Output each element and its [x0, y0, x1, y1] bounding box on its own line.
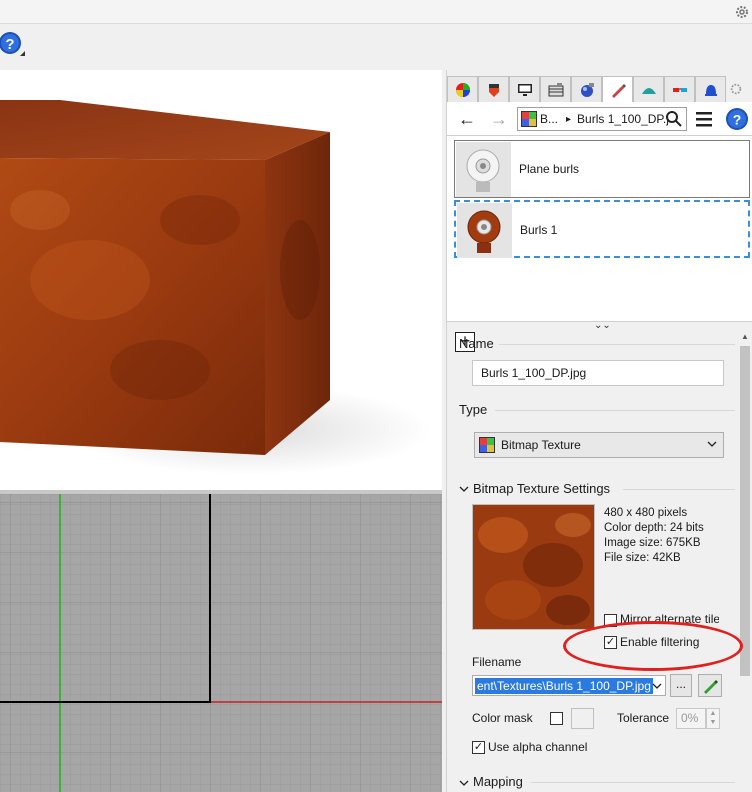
bitmap-preview[interactable] [472, 504, 595, 630]
mapping-header[interactable]: Mapping [473, 774, 523, 789]
material-navbar: ← → B... ▸ Burls 1_100_DP.j ? [447, 102, 752, 136]
chevron-down-icon[interactable] [652, 681, 662, 691]
breadcrumb[interactable]: B... ▸ Burls 1_100_DP.j [517, 107, 687, 131]
image-size: Image size: 675KB [604, 537, 701, 549]
top-viewport-grid[interactable] [0, 494, 442, 792]
color-mask-swatch[interactable] [571, 708, 594, 729]
layers-icon [548, 82, 563, 96]
list-item-burls-1[interactable]: Burls 1 [454, 200, 750, 258]
notifications-icon [704, 84, 717, 96]
gear-icon [730, 83, 742, 95]
toolbar [0, 24, 752, 70]
menu-icon[interactable] [695, 110, 713, 128]
chevron-down-icon[interactable] [459, 778, 469, 788]
filename-label: Filename [472, 655, 522, 669]
filename-value: ent\Textures\Burls 1_100_DP.jpg [475, 678, 653, 694]
material-thumbnail [457, 203, 512, 258]
wood-block-render [0, 100, 430, 475]
tab-stereo[interactable] [664, 76, 695, 102]
help-icon[interactable]: ? [0, 30, 26, 58]
panel-tabs [447, 76, 752, 102]
highlight-annotation [563, 621, 743, 671]
breadcrumb-current[interactable]: Burls 1_100_DP.j [577, 112, 669, 126]
color-depth: Color depth: 24 bits [604, 522, 704, 534]
tolerance-label: Tolerance [617, 711, 670, 725]
back-arrow-icon[interactable]: ← [457, 110, 477, 128]
color-mask-checkbox[interactable] [550, 712, 563, 725]
bitmap-icon [521, 111, 537, 127]
breadcrumb-root[interactable]: B... [540, 112, 558, 126]
alpha-channel-checkbox[interactable]: ✓ [472, 741, 485, 754]
material-name: Plane burls [519, 162, 580, 176]
breadcrumb-separator: ▸ [566, 113, 572, 125]
type-select[interactable]: Bitmap Texture [474, 432, 724, 458]
perspective-viewport[interactable] [0, 70, 442, 490]
color-wheel-icon [455, 82, 470, 97]
svg-text:?: ? [733, 112, 742, 128]
type-label: Type [459, 402, 488, 417]
properties-area: Name Burls 1_100_DP.jpg Type Bitmap Text… [447, 328, 737, 792]
tolerance-field[interactable]: 0% [676, 708, 706, 729]
environment-icon [580, 82, 594, 97]
tab-layers[interactable] [540, 76, 571, 102]
help-icon[interactable]: ? [725, 107, 749, 131]
image-dimensions: 480 x 480 pixels [604, 507, 688, 519]
properties-scrollbar[interactable]: ▲ [737, 328, 752, 792]
divider [499, 344, 735, 345]
materials-icon [488, 83, 499, 97]
name-label: Name [459, 336, 494, 351]
tab-rendering[interactable] [633, 76, 664, 102]
scrollbar-thumb[interactable] [740, 346, 750, 676]
gear-icon[interactable] [734, 4, 750, 20]
tab-textures[interactable] [602, 76, 633, 102]
bitmap-settings-header[interactable]: Bitmap Texture Settings [473, 481, 610, 496]
divider [623, 489, 735, 490]
forward-arrow-icon[interactable]: → [489, 110, 509, 128]
filename-field[interactable]: ent\Textures\Burls 1_100_DP.jpg [472, 675, 666, 696]
bitmap-icon [479, 437, 495, 453]
pencil-icon [704, 680, 718, 694]
search-icon[interactable] [665, 110, 683, 128]
browse-button[interactable]: ... [670, 674, 692, 697]
tab-materials[interactable] [478, 76, 509, 102]
tab-notifications[interactable] [695, 76, 726, 102]
tab-colors[interactable] [447, 76, 478, 102]
tolerance-stepper[interactable]: ▲ ▼ [706, 708, 720, 729]
type-select-value: Bitmap Texture [501, 438, 581, 452]
divider [495, 410, 735, 411]
edit-button[interactable] [698, 674, 722, 697]
divider [531, 782, 735, 783]
material-name: Burls 1 [520, 223, 558, 237]
material-list: Plane burls Burls 1 + [447, 136, 752, 352]
scroll-up-icon[interactable]: ▲ [741, 332, 749, 341]
list-item-plane-burls[interactable]: Plane burls [454, 140, 750, 198]
color-mask-label: Color mask [472, 711, 533, 725]
material-thumbnail [456, 142, 511, 197]
display-icon [517, 83, 532, 96]
glasses-icon [672, 87, 687, 92]
tab-display[interactable] [509, 76, 540, 102]
chevron-down-icon[interactable] [459, 484, 469, 494]
tab-environment[interactable] [571, 76, 602, 102]
svg-text:?: ? [5, 36, 14, 53]
file-size: File size: 42KB [604, 552, 681, 564]
rendering-icon [641, 87, 656, 94]
alpha-channel-label: Use alpha channel [488, 740, 588, 754]
tab-options[interactable] [726, 76, 746, 102]
texture-icon [611, 83, 626, 98]
material-panel: ← → B... ▸ Burls 1_100_DP.j ? Plane burl… [446, 70, 752, 792]
name-field[interactable]: Burls 1_100_DP.jpg [472, 360, 724, 386]
chevron-down-icon [707, 441, 717, 447]
title-strip [0, 0, 752, 24]
